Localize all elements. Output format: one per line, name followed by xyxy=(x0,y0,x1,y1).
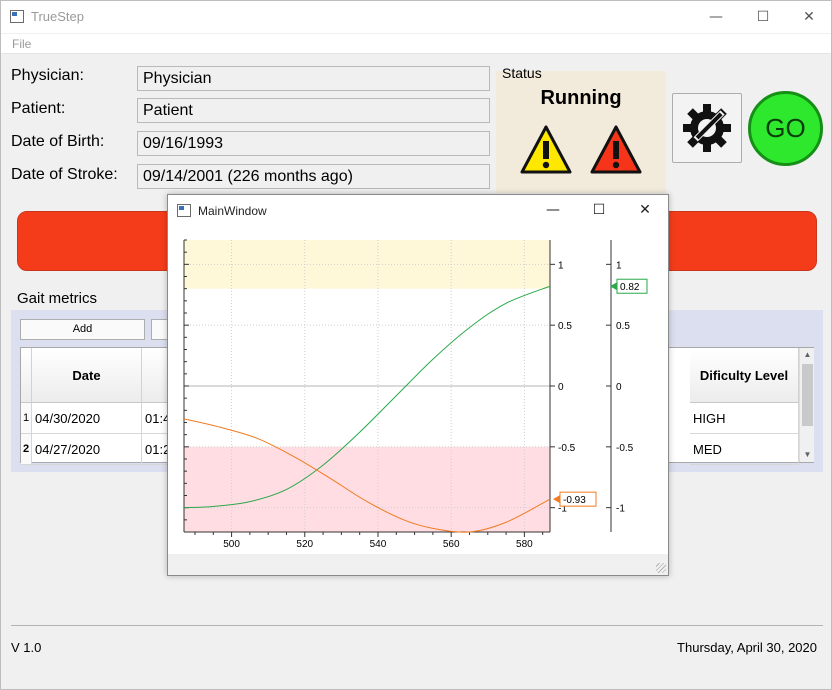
physician-field[interactable]: Physician xyxy=(137,66,490,91)
right-axis-tick-label: 1 xyxy=(558,260,564,271)
physician-label: Physician: xyxy=(11,67,84,84)
series-end-label: -0.93 xyxy=(563,495,586,506)
chart-band xyxy=(184,446,550,532)
right-axis-tick-label: 0.5 xyxy=(558,321,572,332)
menu-bar: File xyxy=(1,34,831,54)
scroll-up-arrow-icon[interactable]: ▲ xyxy=(800,348,815,362)
plot-window-title: MainWindow xyxy=(198,204,267,218)
stroke-date-field[interactable]: 09/14/2001 (226 months ago) xyxy=(137,164,490,189)
corner-header xyxy=(21,348,32,403)
menu-file[interactable]: File xyxy=(12,37,31,51)
patient-label: Patient: xyxy=(11,100,66,117)
right-axis-tick-label: -0.5 xyxy=(558,443,576,454)
stroke-date-label: Date of Stroke: xyxy=(11,166,118,183)
line-chart: 10.50-0.5-110.50-0.5-1500 520 540 560 5800.8… xyxy=(183,239,648,550)
dob-label: Date of Birth: xyxy=(11,133,105,150)
gait-metrics-label: Gait metrics xyxy=(17,290,98,307)
footer-divider xyxy=(11,625,823,626)
close-button[interactable]: ✕ xyxy=(786,1,832,33)
row-number: 1 xyxy=(21,403,32,434)
x-axis-tick-label: 580 xyxy=(516,539,533,550)
x-axis-tick-label: 500 xyxy=(223,539,240,550)
title-bar: TrueStep — ☐ ✕ xyxy=(1,1,831,33)
status-panel: Running xyxy=(496,71,666,193)
table-cell-level[interactable]: HIGH xyxy=(690,403,799,434)
status-value: Running xyxy=(540,87,622,109)
second-right-axis-tick-label: 1 xyxy=(616,260,622,271)
second-right-axis-tick-label: -1 xyxy=(616,504,625,515)
resize-grip[interactable] xyxy=(656,563,666,573)
plot-window-icon xyxy=(177,204,191,217)
patient-field[interactable]: Patient xyxy=(137,98,490,123)
warning-red-icon xyxy=(590,125,642,174)
plot-close-button[interactable]: ✕ xyxy=(622,195,668,226)
maximize-button[interactable]: ☐ xyxy=(740,1,786,33)
second-right-axis-tick-label: 0.5 xyxy=(616,321,630,332)
table-cell-date[interactable]: 04/27/2020 xyxy=(32,434,142,465)
plot-minimize-button[interactable]: — xyxy=(530,195,576,226)
app-icon xyxy=(10,10,24,23)
plot-maximize-button[interactable]: ☐ xyxy=(576,195,622,226)
x-axis-tick-label: 560 xyxy=(443,539,460,550)
go-button[interactable]: GO xyxy=(748,91,823,166)
gear-wrench-icon xyxy=(683,104,731,152)
status-label: Status xyxy=(502,65,542,81)
table-cell-level[interactable]: MED xyxy=(690,434,799,465)
version-label: V 1.0 xyxy=(11,640,42,655)
x-axis-tick-label: 520 xyxy=(296,539,313,550)
chart-area: 1 0.5 0 -0.5 -1 1 0.5 0 -0.5 -1 500 520 540 560 580 0.8… xyxy=(168,226,668,554)
right-axis-tick-label: 0 xyxy=(558,382,564,393)
scroll-thumb[interactable] xyxy=(802,364,813,426)
row-number: 2 xyxy=(21,434,32,465)
date-label: Thursday, April 30, 2020 xyxy=(677,640,817,655)
series-end-marker xyxy=(553,495,560,504)
minimize-button[interactable]: — xyxy=(693,1,739,33)
plot-window-title-bar: MainWindow — ☐ ✕ xyxy=(168,195,668,226)
column-header-difficulty[interactable]: Dificulty Level xyxy=(690,348,799,403)
window-title: TrueStep xyxy=(31,9,84,24)
series-end-label: 0.82 xyxy=(620,282,640,293)
plot-window: MainWindow — ☐ ✕ 1 0.5 0 -0.5 -1 1 0.5 0 -0.5 -1 5… xyxy=(167,194,669,576)
table-cell-date[interactable]: 04/30/2020 xyxy=(32,403,142,434)
column-header-date[interactable]: Date xyxy=(32,348,142,403)
second-right-axis-tick-label: 0 xyxy=(616,382,622,393)
warning-yellow-icon xyxy=(520,125,572,174)
dob-field[interactable]: 09/16/1993 xyxy=(137,131,490,156)
second-right-axis-tick-label: -0.5 xyxy=(616,443,634,454)
add-button[interactable]: Add xyxy=(20,319,145,340)
table-scrollbar[interactable]: ▲ ▼ xyxy=(799,348,814,462)
settings-button[interactable] xyxy=(672,93,742,163)
scroll-down-arrow-icon[interactable]: ▼ xyxy=(800,448,815,462)
x-axis-tick-label: 540 xyxy=(370,539,387,550)
